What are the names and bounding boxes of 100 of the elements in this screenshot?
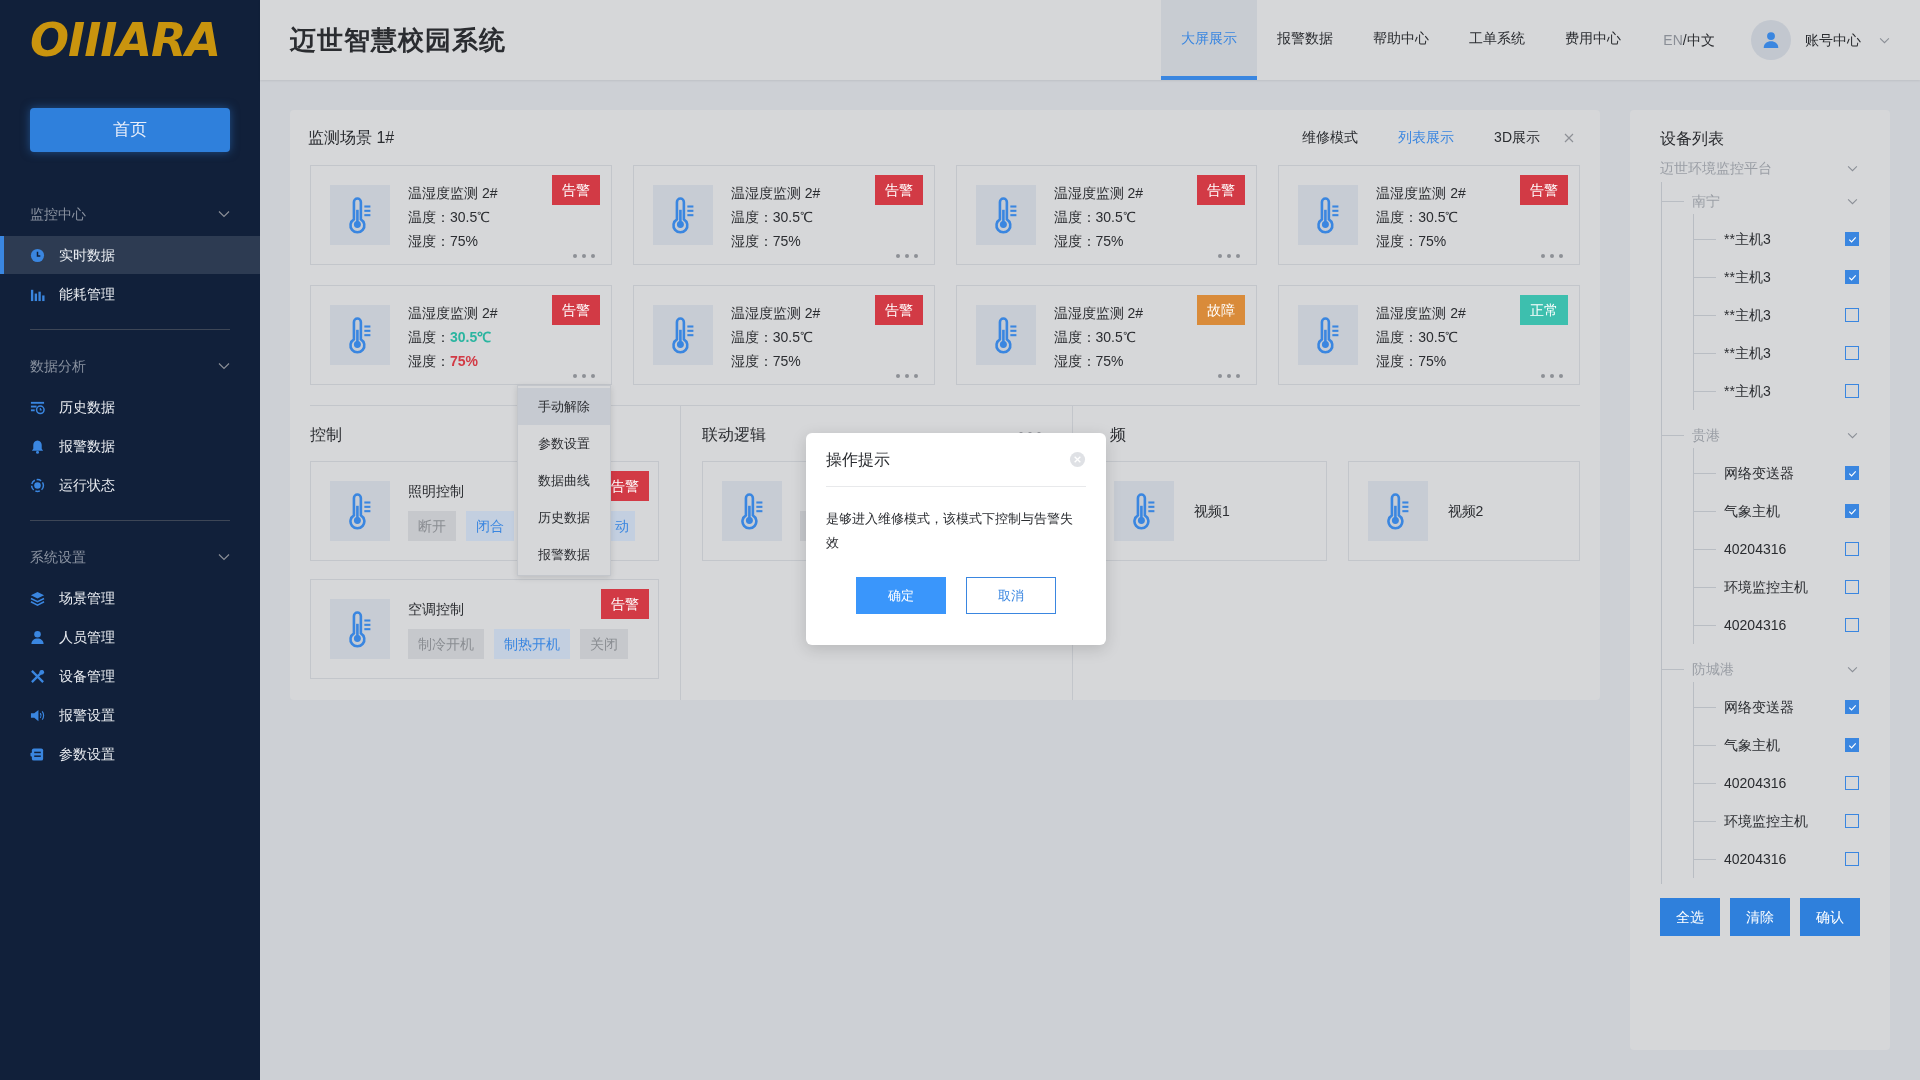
menu-item[interactable]: 设备管理 [0,657,260,695]
checkbox[interactable] [1845,738,1859,752]
panel-title: 设备列表 [1660,129,1724,149]
language-option[interactable]: 中文 [1686,29,1715,51]
checkbox[interactable] [1845,346,1859,360]
action-button[interactable]: 全选 [1660,898,1720,936]
humidity-reading: 湿度：75% [1053,352,1125,371]
menu-item[interactable]: 能耗管理 [0,275,260,313]
device-name: 40204316 [1724,615,1788,635]
separator: / [1682,30,1687,50]
temperature-reading: 温度：30.5℃ [1376,208,1460,227]
checkbox[interactable] [1845,504,1859,518]
home-button[interactable]: 首页 [30,108,230,152]
humidity-reading: 湿度：75% [730,352,802,371]
temperature-reading: 温度：30.5℃ [730,208,814,227]
device-name: 网络变送器 [1724,697,1795,717]
device-name: **主机3 [1724,305,1772,325]
menu-item[interactable]: 参数设置 [518,425,610,462]
status-badge: 告警 [874,175,923,205]
section-title: 联动逻辑 [702,424,766,445]
avatar[interactable] [1751,20,1791,60]
checkbox[interactable] [1845,814,1859,828]
menu-item[interactable]: 报警数据 [0,427,260,465]
chevron-down-icon[interactable] [218,553,230,561]
nav-tab[interactable]: 报警数据 [1257,0,1353,80]
more-icon[interactable] [895,374,918,378]
checkbox[interactable] [1845,776,1859,790]
checkbox[interactable] [1845,232,1859,246]
more-icon[interactable] [1218,254,1241,258]
humidity-reading: 湿度：75% [408,232,480,251]
device-name: 环境监控主机 [1724,577,1809,597]
checkbox[interactable] [1845,618,1859,632]
menu-item[interactable]: 场景管理 [0,579,260,617]
panel-title: 监测场景 1# [308,127,395,148]
cancel-button[interactable]: 取消 [966,577,1056,614]
menu-item[interactable]: 运行状态 [0,466,260,504]
menu-item[interactable]: 参数设置 [0,735,260,773]
menu-item[interactable]: 实时数据 [0,236,260,274]
more-icon[interactable] [1541,254,1563,258]
temperature-reading: 温度：30.5℃ [408,208,492,227]
sensor-title: 温湿度监测 2# [1376,184,1466,203]
status-badge: 告警 [1197,175,1246,205]
status-badge: 故障 [1197,295,1246,325]
close-icon[interactable] [1564,132,1574,143]
device-name: 40204316 [1724,539,1788,559]
view-mode-tab[interactable]: 维修模式 [1302,127,1359,148]
device-name: **主机3 [1724,229,1772,249]
chevron-down-icon[interactable] [1847,431,1858,439]
chevron-down-icon[interactable] [218,362,230,370]
user-icon [1762,31,1780,49]
nav-tab[interactable]: 帮助中心 [1353,0,1449,80]
menu-item[interactable]: 报警设置 [0,696,260,734]
chevron-down-icon[interactable] [1847,665,1858,673]
device-name: **主机3 [1724,381,1772,401]
temperature-reading: 温度：30.5℃ [1376,328,1460,347]
more-icon[interactable] [895,254,918,258]
device-name: 气象主机 [1724,735,1781,755]
menu-item[interactable]: 手动解除 [518,388,610,425]
menu-item[interactable]: 报警数据 [518,536,610,573]
more-icon[interactable] [1218,374,1241,378]
layers-icon [30,590,45,606]
more-icon[interactable] [572,254,595,258]
target-icon [30,477,45,493]
menu-item[interactable]: 历史数据 [518,499,610,536]
checkbox[interactable] [1845,270,1859,284]
nav-tab[interactable]: 工单系统 [1449,0,1545,80]
checkbox[interactable] [1845,308,1859,322]
chevron-down-icon[interactable] [1879,36,1890,44]
action-button[interactable]: 确认 [1800,898,1860,936]
checkbox[interactable] [1845,384,1859,398]
close-icon[interactable] [1069,451,1086,468]
device-name: 气象主机 [1724,501,1781,521]
view-mode-tab[interactable]: 3D展示 [1494,127,1540,148]
more-icon[interactable] [1541,374,1563,378]
status-badge: 正常 [1520,295,1568,325]
sensor-title: 温湿度监测 2# [1053,304,1143,323]
nav-tab[interactable]: 费用中心 [1545,0,1641,80]
tools-icon [30,668,45,684]
more-icon[interactable] [572,374,595,378]
temperature-reading: 温度：30.5℃ [1053,328,1137,347]
account-menu[interactable]: 账号中心 [1805,29,1861,51]
menu-item[interactable]: 历史数据 [0,388,260,426]
checkbox[interactable] [1845,852,1859,866]
checkbox[interactable] [1845,466,1859,480]
dialog-message: 是够进入维修模式，该模式下控制与告警失效 [826,510,1074,552]
device-name: **主机3 [1724,343,1772,363]
humidity-reading: 湿度：75% [1376,352,1448,371]
checkbox[interactable] [1845,700,1859,714]
action-button[interactable]: 清除 [1730,898,1790,936]
chevron-down-icon[interactable] [1847,164,1858,172]
menu-item[interactable]: 人员管理 [0,618,260,656]
section-title: 频 [1109,424,1126,445]
chevron-down-icon[interactable] [218,210,230,218]
checkbox[interactable] [1845,580,1859,594]
section-heading: 监控中心 [30,204,86,224]
chevron-down-icon[interactable] [1847,197,1858,205]
sensor-title: 温湿度监测 2# [1053,184,1143,203]
status-badge: 告警 [551,175,600,205]
checkbox[interactable] [1845,542,1859,556]
device-title: 照明控制 [408,482,464,501]
